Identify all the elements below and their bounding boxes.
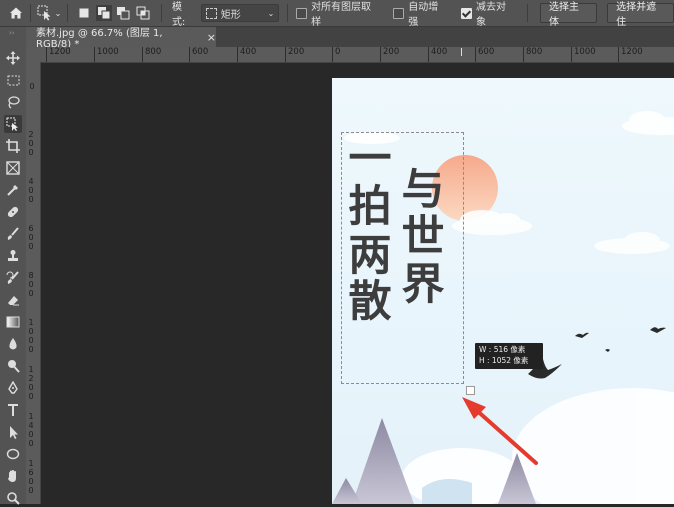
ruler-label: 400 <box>428 47 447 62</box>
tools-panel: ›› <box>0 27 27 507</box>
ruler-label: 0 <box>29 82 35 91</box>
options-bar: ⌄ 模式: 矩形 ⌄ 对所有图层取样 自动增强 减去对象 选择主体 选择并遮住 <box>0 0 674 28</box>
selection-width: W : 516 像素 <box>479 345 526 354</box>
intersect-selection-icon[interactable] <box>135 5 151 21</box>
dodge-icon[interactable] <box>4 357 22 375</box>
sample-all-layers-checkbox[interactable]: 对所有图层取样 <box>296 0 379 28</box>
auto-enhance-checkbox[interactable]: 自动增强 <box>393 0 447 28</box>
ruler-label: 1200 <box>28 365 34 401</box>
select-and-mask-button[interactable]: 选择并遮住 <box>607 2 674 28</box>
ruler-label: 200 <box>285 47 304 62</box>
ruler-label: 800 <box>28 271 34 298</box>
chevron-down-icon: ⌄ <box>267 8 275 18</box>
mode-select[interactable]: 矩形 ⌄ <box>200 4 280 22</box>
lasso-icon[interactable] <box>4 93 22 111</box>
ruler-label: 200 <box>28 130 34 157</box>
eyedropper-icon[interactable] <box>4 181 22 199</box>
ellipse-shape-icon[interactable] <box>4 445 22 463</box>
history-brush-icon[interactable] <box>4 269 22 287</box>
new-selection-icon[interactable] <box>76 5 92 21</box>
ruler-label: 800 <box>523 47 542 62</box>
ruler-label: 1200 <box>618 47 643 62</box>
ruler-label: 800 <box>142 47 161 62</box>
chevron-down-icon[interactable]: ⌄ <box>55 9 62 18</box>
blur-icon[interactable] <box>4 335 22 353</box>
type-icon[interactable] <box>4 401 22 419</box>
subtract-from-selection-icon[interactable] <box>116 5 132 21</box>
selection-size-tooltip: W : 516 像素 H : 1052 像素 <box>475 343 543 369</box>
hand-icon[interactable] <box>4 467 22 485</box>
zoom-icon[interactable] <box>4 489 22 507</box>
ruler-label: 0 <box>332 47 340 62</box>
close-icon[interactable]: × <box>207 31 216 44</box>
ruler-label: 400 <box>237 47 256 62</box>
checkbox-checked-icon <box>461 7 472 19</box>
ruler-label: 1400 <box>28 412 34 448</box>
rectangular-marquee-icon[interactable] <box>4 71 22 89</box>
horizontal-ruler[interactable]: 1200 1000 800 600 400 200 0 200 400 600 … <box>40 47 674 63</box>
add-to-selection-icon[interactable] <box>95 5 112 21</box>
selection-height: H : 1052 像素 <box>479 356 529 365</box>
checkbox-unchecked-icon <box>393 7 405 19</box>
mountain <box>352 418 414 504</box>
select-subject-button[interactable]: 选择主体 <box>540 2 598 28</box>
vertical-ruler[interactable]: 0 200 400 600 800 1000 1200 1400 1600 <box>26 62 41 504</box>
ruler-label: 600 <box>28 224 34 251</box>
sample-all-layers-label: 对所有图层取样 <box>311 2 372 28</box>
ruler-label: 200 <box>380 47 399 62</box>
selection-marquee[interactable] <box>341 132 464 384</box>
mode-select-value: 矩形 <box>220 9 241 21</box>
object-selection-tool-icon[interactable] <box>4 115 22 133</box>
pen-icon[interactable] <box>4 379 22 397</box>
gradient-icon[interactable] <box>4 313 22 331</box>
toolbar-grip: ›› <box>9 29 15 37</box>
ruler-label: 1600 <box>28 459 34 495</box>
ruler-label: 400 <box>28 177 34 204</box>
document-tab[interactable]: 素材.jpg @ 66.7% (图层 1, RGB/8) * × <box>26 27 216 50</box>
eraser-icon[interactable] <box>4 291 22 309</box>
frame-icon[interactable] <box>4 159 22 177</box>
subtract-object-checkbox[interactable]: 减去对象 <box>461 0 515 28</box>
path-selection-icon[interactable] <box>4 423 22 441</box>
healing-brush-icon[interactable] <box>4 203 22 221</box>
home-icon[interactable] <box>8 5 24 21</box>
ruler-label: 600 <box>475 47 494 62</box>
cursor-corner-icon <box>466 386 475 395</box>
auto-enhance-label: 自动增强 <box>408 2 439 28</box>
checkbox-unchecked-icon <box>296 7 308 19</box>
brush-icon[interactable] <box>4 225 22 243</box>
ruler-cursor-marker <box>461 48 462 56</box>
subtract-object-label: 减去对象 <box>476 2 506 28</box>
ruler-label: 1000 <box>94 47 119 62</box>
move-tool-icon[interactable] <box>4 49 22 67</box>
ruler-origin[interactable] <box>26 47 40 62</box>
document-tab-bar: 素材.jpg @ 66.7% (图层 1, RGB/8) * × <box>26 27 674 50</box>
object-selection-tool-preset-icon[interactable] <box>37 5 53 21</box>
ruler-label: 600 <box>189 47 208 62</box>
clone-stamp-icon[interactable] <box>4 247 22 265</box>
ruler-label: 1200 <box>46 47 71 62</box>
ruler-label: 1000 <box>571 47 596 62</box>
ruler-label: 1000 <box>28 318 34 354</box>
crop-icon[interactable] <box>4 137 22 155</box>
rectangle-mode-icon <box>205 7 217 19</box>
